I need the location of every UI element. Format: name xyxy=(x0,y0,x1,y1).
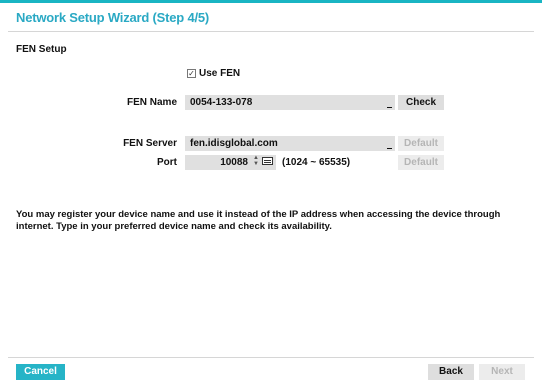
port-default-button[interactable]: Default xyxy=(398,155,444,170)
text-cursor xyxy=(387,148,392,149)
footer-divider xyxy=(8,357,534,358)
fen-server-default-button[interactable]: Default xyxy=(398,136,444,151)
fen-name-value: 0054-133-078 xyxy=(190,97,253,108)
fen-name-label: FEN Name xyxy=(126,97,177,108)
window-title: Network Setup Wizard (Step 4/5) xyxy=(16,10,210,25)
spinner-arrows-icon[interactable]: ▲ ▼ xyxy=(253,155,259,169)
fen-server-input[interactable]: fen.idisglobal.com xyxy=(185,136,395,151)
checkbox-checked-icon: ✓ xyxy=(187,69,196,78)
section-label: FEN Setup xyxy=(16,44,67,55)
check-button[interactable]: Check xyxy=(398,95,444,110)
description-text: You may register your device name and us… xyxy=(16,209,501,232)
title-divider xyxy=(8,31,534,32)
fen-name-input[interactable]: 0054-133-078 xyxy=(185,95,395,110)
top-accent-bar xyxy=(0,0,542,3)
keyboard-icon[interactable] xyxy=(262,157,273,165)
fen-server-label: FEN Server xyxy=(123,138,177,149)
use-fen-label: Use FEN xyxy=(199,68,241,79)
port-label: Port xyxy=(157,157,177,168)
text-cursor xyxy=(387,107,392,108)
port-range: (1024 ~ 65535) xyxy=(282,157,351,168)
next-button[interactable]: Next xyxy=(479,364,525,380)
use-fen-checkbox[interactable]: ✓ Use FEN xyxy=(187,68,240,79)
port-value: 10088 xyxy=(220,157,248,168)
back-button[interactable]: Back xyxy=(428,364,474,380)
fen-server-value: fen.idisglobal.com xyxy=(190,138,278,149)
cancel-button[interactable]: Cancel xyxy=(16,364,65,380)
